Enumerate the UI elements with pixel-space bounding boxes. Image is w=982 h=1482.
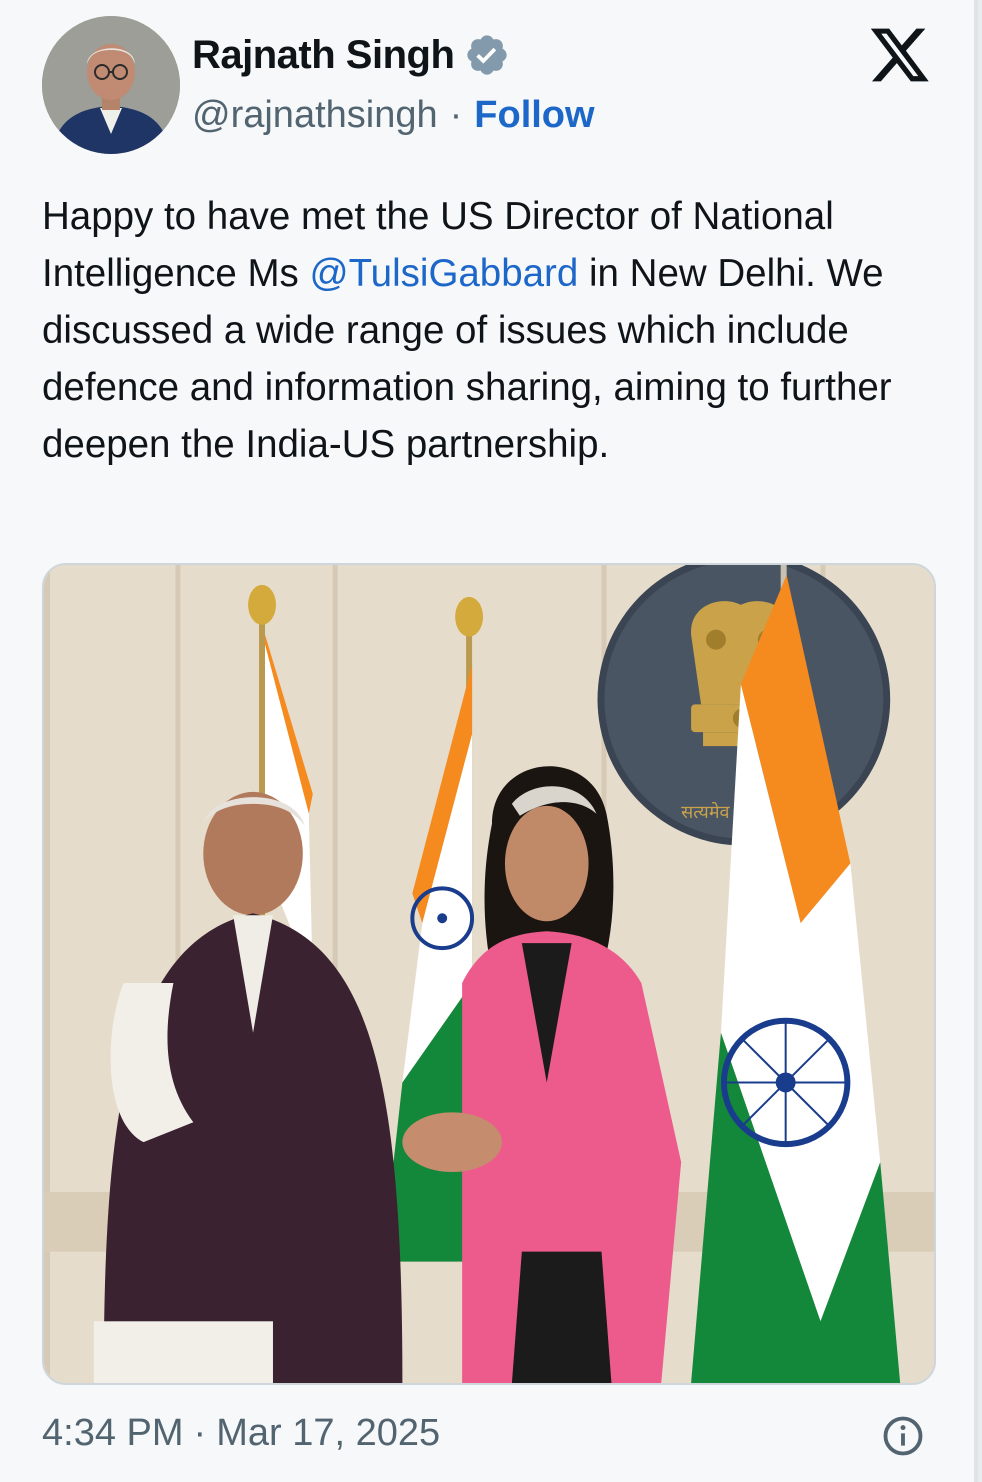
separator-dot: · <box>193 1412 207 1454</box>
separator-dot: · <box>449 94 463 136</box>
x-logo-icon[interactable] <box>866 26 934 84</box>
author-avatar[interactable] <box>42 16 180 154</box>
tweet-text: Happy to have met the US Director of Nat… <box>42 188 942 473</box>
author-display-name[interactable]: Rajnath Singh <box>192 33 455 78</box>
emblem-text: सत्यमेव <box>681 801 730 823</box>
tweet-photo[interactable]: सत्यमेव <box>42 563 936 1385</box>
tweet-date[interactable]: Mar 17, 2025 <box>216 1412 440 1455</box>
tweet-timestamp[interactable]: 4:34 PM · Mar 17, 2025 <box>42 1412 440 1455</box>
author-handle-row: @rajnathsingh · Follow <box>192 94 595 137</box>
tweet-time[interactable]: 4:34 PM <box>42 1412 184 1455</box>
verified-badge-icon <box>467 35 508 75</box>
mention-link[interactable]: @TulsiGabbard <box>310 252 579 295</box>
follow-button[interactable]: Follow <box>474 94 594 137</box>
avatar-photo <box>42 16 180 154</box>
author-handle[interactable]: @rajnathsingh <box>192 94 438 137</box>
tweet-embed-card: Rajnath Singh @rajnathsingh · Follow Hap… <box>0 0 978 1482</box>
photo-illustration: सत्यमेव <box>44 565 934 1383</box>
info-icon[interactable] <box>882 1415 924 1457</box>
author-name-row[interactable]: Rajnath Singh <box>192 32 510 78</box>
